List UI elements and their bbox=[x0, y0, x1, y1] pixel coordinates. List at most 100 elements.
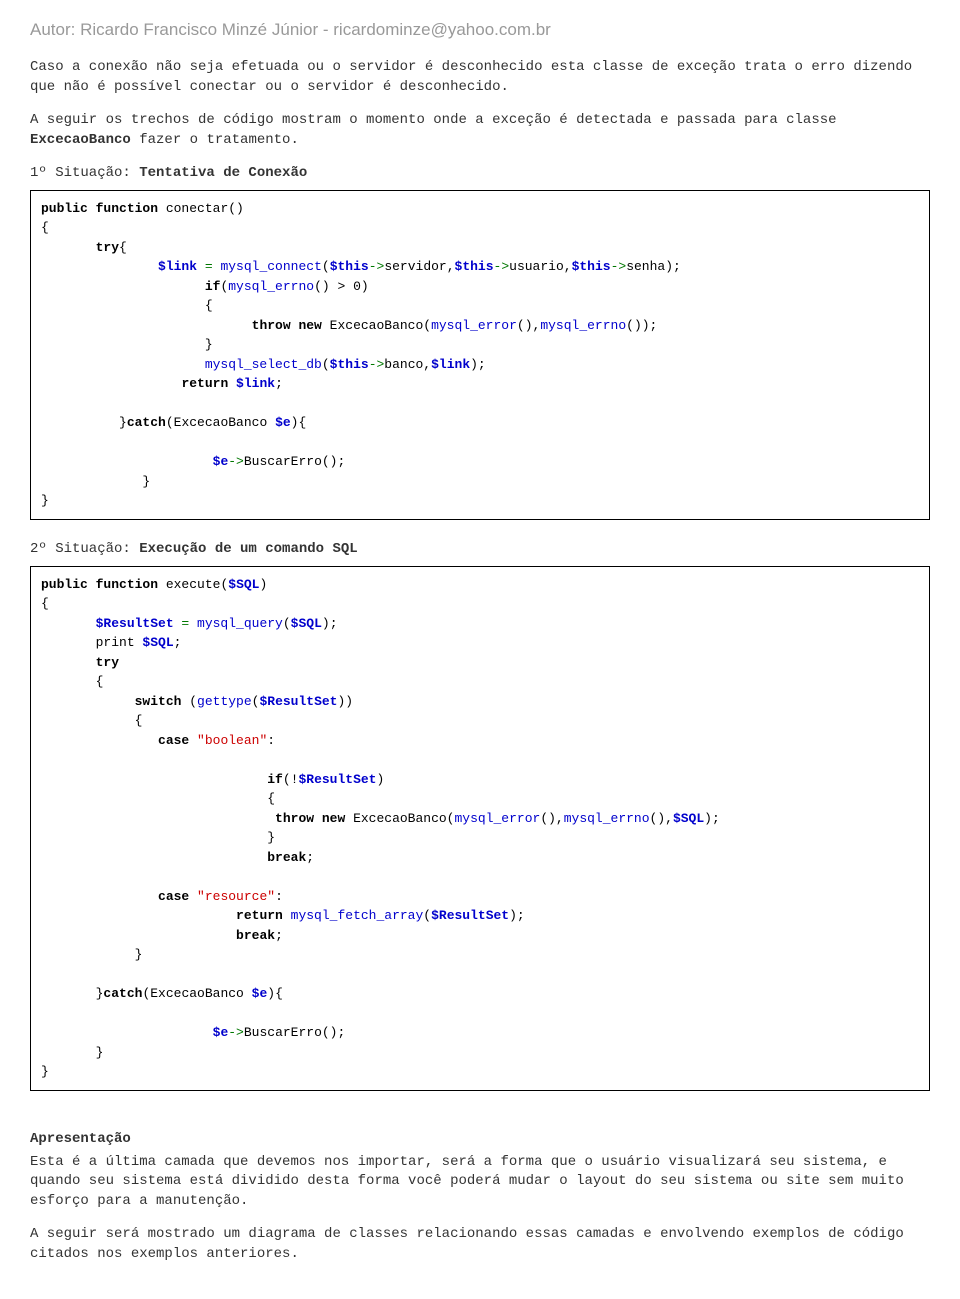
code-text: (ExcecaoBanco bbox=[142, 986, 251, 1001]
code-fn: mysql_error bbox=[454, 811, 540, 826]
code-text: ( bbox=[189, 694, 197, 709]
code-var: $this bbox=[330, 259, 369, 274]
code-op: -> bbox=[228, 1025, 244, 1040]
code-fn: execute bbox=[158, 577, 220, 592]
code-fn: mysql_select_db bbox=[205, 357, 322, 372]
situation-1-label: 1º Situação: Tentativa de Conexão bbox=[30, 164, 930, 184]
code-text: ; bbox=[306, 850, 314, 865]
code-text: { bbox=[119, 240, 127, 255]
code-text: ); bbox=[509, 908, 525, 923]
paragraph-3: Esta é a última camada que devemos nos i… bbox=[30, 1153, 930, 1212]
code-text: BuscarErro(); bbox=[244, 454, 345, 469]
code-text: ( bbox=[322, 259, 330, 274]
code-var: $e bbox=[213, 454, 229, 469]
code-fn: conectar bbox=[158, 201, 228, 216]
code-var: $e bbox=[275, 415, 291, 430]
code-kw: break bbox=[236, 928, 275, 943]
code-text: { bbox=[135, 713, 143, 728]
code-text: (), bbox=[650, 811, 673, 826]
code-var: $ResultSet bbox=[96, 616, 174, 631]
code-text: { bbox=[267, 791, 275, 806]
code-fn: mysql_error bbox=[431, 318, 517, 333]
code-op: = bbox=[197, 259, 220, 274]
code-text: ExcecaoBanco( bbox=[322, 318, 431, 333]
code-text: } bbox=[96, 1045, 104, 1060]
code-str: "boolean" bbox=[197, 733, 267, 748]
code-var: $ResultSet bbox=[298, 772, 376, 787]
code-kw: return bbox=[181, 376, 236, 391]
code-op: -> bbox=[494, 259, 510, 274]
code-text: ExcecaoBanco( bbox=[345, 811, 454, 826]
code-text: ; bbox=[174, 635, 182, 650]
code-text: ); bbox=[470, 357, 486, 372]
code-text: ); bbox=[322, 616, 338, 631]
sit1-title: Tentativa de Conexão bbox=[139, 165, 307, 181]
code-kw: return bbox=[236, 908, 291, 923]
code-var: $SQL bbox=[228, 577, 259, 592]
code-var: $this bbox=[330, 357, 369, 372]
code-var: $e bbox=[252, 986, 268, 1001]
code-text: (), bbox=[517, 318, 540, 333]
code-text: servidor, bbox=[384, 259, 454, 274]
code-text: : bbox=[275, 889, 283, 904]
section-heading: Apresentação bbox=[30, 1131, 930, 1147]
code-text: { bbox=[41, 220, 49, 235]
code-var: $this bbox=[455, 259, 494, 274]
code-text: } bbox=[41, 493, 49, 508]
code-var: $SQL bbox=[142, 635, 173, 650]
code-text: ){ bbox=[291, 415, 307, 430]
code-text: ; bbox=[275, 376, 283, 391]
code-text: ( bbox=[283, 616, 291, 631]
code-var: $ResultSet bbox=[431, 908, 509, 923]
code-text: } bbox=[205, 337, 213, 352]
code-kw: throw new bbox=[252, 318, 322, 333]
author-line: Autor: Ricardo Francisco Minzé Júnior - … bbox=[30, 20, 930, 40]
code-text: )) bbox=[337, 694, 353, 709]
code-text: (ExcecaoBanco bbox=[166, 415, 275, 430]
code-text: (), bbox=[540, 811, 563, 826]
code-text: } bbox=[119, 415, 127, 430]
situation-2-label: 2º Situação: Execução de um comando SQL bbox=[30, 540, 930, 560]
code-text: } bbox=[135, 947, 143, 962]
code-kw: public function bbox=[41, 577, 158, 592]
code-text: () > 0) bbox=[314, 279, 369, 294]
p2-class-name: ExcecaoBanco bbox=[30, 132, 131, 148]
paragraph-1: Caso a conexão não seja efetuada ou o se… bbox=[30, 58, 930, 97]
code-op: = bbox=[174, 616, 197, 631]
code-text: BuscarErro(); bbox=[244, 1025, 345, 1040]
code-op: -> bbox=[369, 357, 385, 372]
code-var: $SQL bbox=[673, 811, 704, 826]
code-fn: mysql_connect bbox=[220, 259, 321, 274]
code-text: ( bbox=[423, 908, 431, 923]
code-var: $this bbox=[572, 259, 611, 274]
code-text: : bbox=[267, 733, 275, 748]
code-var: $SQL bbox=[291, 616, 322, 631]
paragraph-2: A seguir os trechos de código mostram o … bbox=[30, 111, 930, 150]
code-text: ); bbox=[704, 811, 720, 826]
code-kw: try bbox=[96, 655, 119, 670]
code-fn: mysql_errno bbox=[564, 811, 650, 826]
code-kw: case bbox=[158, 733, 197, 748]
p2-text-c: fazer o tratamento. bbox=[131, 132, 299, 148]
code-text: print bbox=[96, 635, 143, 650]
code-var: $ResultSet bbox=[259, 694, 337, 709]
code-fn: gettype bbox=[197, 694, 252, 709]
code-text: banco, bbox=[384, 357, 431, 372]
code-text: { bbox=[205, 298, 213, 313]
code-text: } bbox=[41, 1064, 49, 1079]
code-kw: if bbox=[267, 772, 283, 787]
code-kw: public function bbox=[41, 201, 158, 216]
code-kw: if bbox=[205, 279, 221, 294]
code-text: { bbox=[96, 674, 104, 689]
code-text: usuario, bbox=[509, 259, 571, 274]
code-kw: case bbox=[158, 889, 197, 904]
code-op: -> bbox=[369, 259, 385, 274]
sit2-title: Execução de um comando SQL bbox=[139, 541, 357, 557]
code-op: -> bbox=[228, 454, 244, 469]
code-var: $link bbox=[431, 357, 470, 372]
p2-text-a: A seguir os trechos de código mostram o … bbox=[30, 112, 837, 128]
code-text: } bbox=[267, 830, 275, 845]
code-kw: switch bbox=[135, 694, 190, 709]
code-text: ; bbox=[275, 928, 283, 943]
code-kw: catch bbox=[103, 986, 142, 1001]
